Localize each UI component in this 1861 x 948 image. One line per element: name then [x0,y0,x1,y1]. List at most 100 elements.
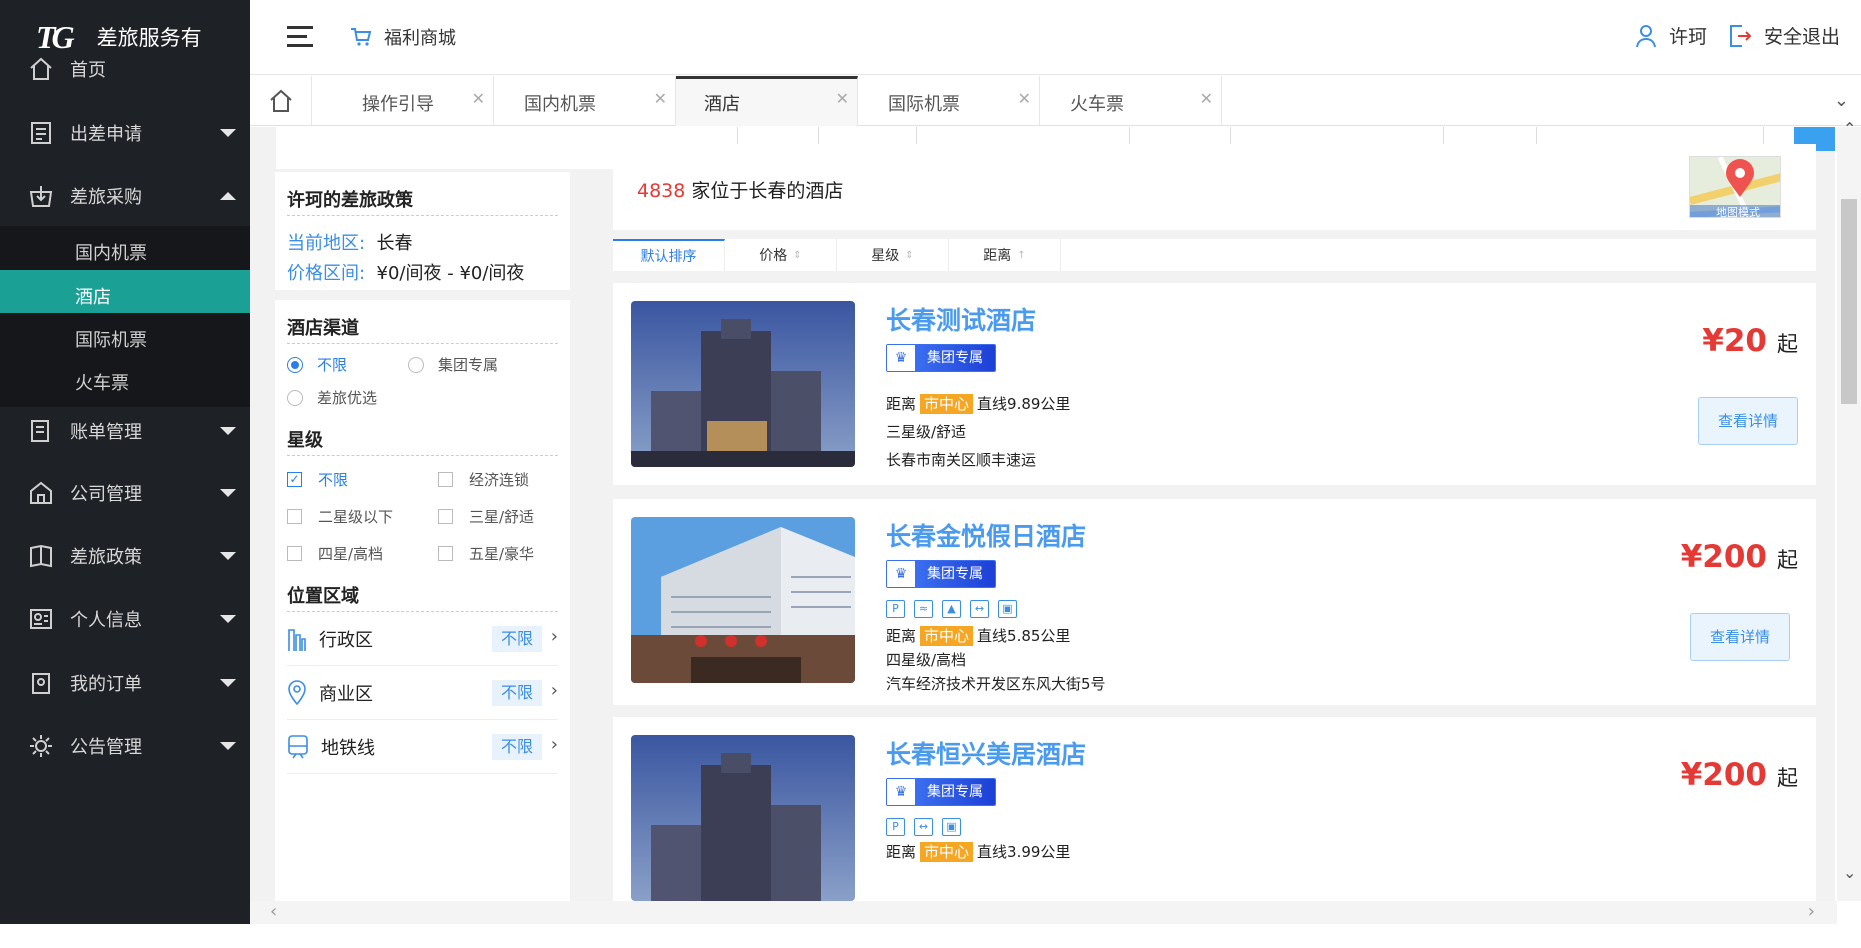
hotel-photo-image [631,735,855,901]
sort-distance[interactable]: 距离 ↑ [949,239,1061,271]
logout-label: 安全退出 [1764,26,1841,48]
welfare-mall-label: 福利商城 [384,28,456,49]
sidebar-item-profile[interactable]: 个人信息 [0,582,250,656]
metro-icon [288,734,308,758]
close-icon[interactable]: ✕ [472,89,485,108]
price-value: ¥200 [1680,757,1767,793]
welfare-mall-link[interactable]: 福利商城 [350,24,456,50]
channel-option-any[interactable]: 不限 [287,354,347,375]
radio-icon [408,356,424,373]
distance-prefix: 距离 [886,627,917,645]
price-suffix: 起 [1777,332,1798,356]
option-label: 四星/高档 [318,545,384,563]
tab-train[interactable]: 火车票 ✕ [1040,76,1222,126]
star-option-four[interactable]: 四星/高档 [287,543,383,564]
close-icon[interactable]: ✕ [654,89,667,108]
option-label: 集团专属 [438,356,499,374]
horizontal-scrollbar[interactable]: ‹ › [250,901,1837,925]
hotel-price: ¥200 起 [1681,539,1798,575]
tab-home[interactable] [250,76,312,126]
hotel-name[interactable]: 长春恒兴美居酒店 [886,735,1086,771]
sort-price[interactable]: 价格 ⇕ [725,239,837,271]
distance-prefix: 距离 [886,395,917,413]
top-bar: 福利商城 许珂 安全退出 [250,0,1861,75]
location-row-business[interactable]: 商业区 不限 › [287,666,558,720]
price-range-value: ¥0/间夜 - ¥0/间夜 [376,263,525,284]
sort-default[interactable]: 默认排序 [613,239,725,271]
badge-label: 集团专属 [915,779,995,805]
hotel-photo[interactable] [631,301,855,467]
tab-domestic-flight[interactable]: 国内机票 ✕ [494,76,676,126]
hotel-name[interactable]: 长春测试酒店 [886,301,1036,337]
channel-option-group[interactable]: 集团专属 [408,354,498,375]
user-menu[interactable]: 许珂 [1635,22,1707,49]
sidebar-item-home[interactable]: 首页 [0,32,250,106]
sort-star[interactable]: 星级 ⇕ [837,239,949,271]
sort-label: 距离 [983,248,1012,264]
view-details-button[interactable]: 查看详情 [1698,397,1798,445]
hotel-photo-image [631,301,855,467]
scroll-right-icon[interactable]: › [1808,901,1815,922]
logout-icon [1730,24,1752,47]
close-icon[interactable]: ✕ [836,89,849,108]
sidebar-item-announcements[interactable]: 公告管理 [0,709,250,783]
tab-intl-flight[interactable]: 国际机票 ✕ [858,76,1040,126]
option-label: 不限 [317,356,348,374]
star-option-budget[interactable]: 经济连锁 [438,469,529,490]
hotel-card[interactable]: 长春恒兴美居酒店 ♛ 集团专属 P ↔ ▣ 距离 市中心 直线3.99公里 ¥200 起 [613,717,1816,901]
location-row-metro[interactable]: 地铁线 不限 › [287,720,558,774]
sidebar-item-travel-purchase[interactable]: 差旅采购 [0,159,250,233]
view-details-button[interactable]: 查看详情 [1690,613,1790,661]
tab-hotel[interactable]: 酒店 ✕ [676,76,858,126]
crown-icon: ♛ [887,561,915,587]
distance-value: 直线5.85公里 [977,627,1071,645]
logout-button[interactable]: 安全退出 [1728,22,1840,49]
buildings-icon [288,628,306,651]
radio-checked-icon [287,356,303,373]
divider [287,343,558,344]
scroll-left-icon[interactable]: ‹ [270,901,277,922]
sidebar-item-label: 我的订单 [70,674,142,695]
tv-icon: ▣ [942,818,961,836]
hotel-photo-image [631,517,855,683]
menu-toggle-icon[interactable] [287,26,313,48]
tab-label: 酒店 [704,94,740,115]
tab-guide[interactable]: 操作引导 ✕ [312,76,494,126]
distance-tag: 市中心 [920,394,974,414]
location-row-district[interactable]: 行政区 不限 › [287,612,558,666]
star-option-five[interactable]: 五星/豪华 [438,543,534,564]
chevron-down-icon [220,489,236,497]
close-icon[interactable]: ✕ [1018,89,1031,108]
vertical-scrollbar[interactable]: ⌃ ⌄ [1837,119,1861,901]
chevron-down-icon[interactable]: ⌄ [1834,90,1849,111]
hotel-name[interactable]: 长春金悦假日酒店 [886,517,1086,553]
region-value: 长春 [376,233,413,254]
hotel-photo[interactable] [631,517,855,683]
checkbox-icon [287,509,302,524]
star-option-two[interactable]: 二星级以下 [287,506,393,527]
sort-up-icon: ↑ [1017,249,1026,261]
close-icon[interactable]: ✕ [1200,89,1213,108]
star-option-three[interactable]: 三星/舒适 [438,506,534,527]
hotel-card[interactable]: 长春测试酒店 ♛ 集团专属 距离 市中心 直线9.89公里 三星级/舒适 长春市南关区… [613,283,1816,485]
distance-tag: 市中心 [920,842,974,862]
cart-icon [351,28,372,46]
star-option-any[interactable]: ✓ 不限 [287,469,348,490]
scroll-down-icon[interactable]: ⌄ [1843,863,1856,882]
hotel-card[interactable]: 长春金悦假日酒店 ♛ 集团专属 P ≈ ▲ ↔ ▣ 距离 市中心 直线5.85公里 四… [613,499,1816,705]
hotel-photo[interactable] [631,735,855,901]
checkbox-checked-icon: ✓ [287,472,302,487]
scrollbar-thumb[interactable] [1841,199,1857,404]
chevron-right-icon: › [550,680,558,701]
radio-icon [287,389,303,406]
map-pin-icon [288,679,306,705]
channel-option-preferred[interactable]: 差旅优选 [287,387,377,408]
wifi-icon: ≈ [914,600,933,618]
map-mode-button[interactable]: 地图模式 [1689,156,1781,218]
region-label: 当前地区: [287,233,366,254]
sidebar-item-label: 差旅政策 [70,547,142,568]
scroll-up-icon[interactable]: ⌃ [1843,119,1856,138]
map-mode-label: 地图模式 [1716,206,1760,218]
checkbox-icon [438,509,453,524]
id-card-icon [30,609,52,629]
